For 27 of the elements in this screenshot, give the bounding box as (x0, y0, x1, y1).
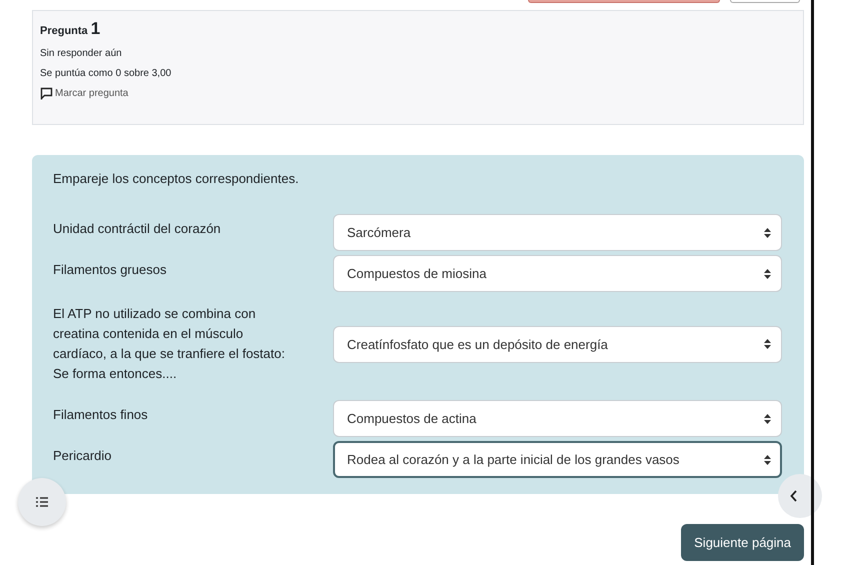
flag-question-link[interactable]: Marcar pregunta (40, 87, 796, 100)
updown-icon (764, 454, 771, 464)
next-page-button[interactable]: Siguiente página (681, 524, 804, 561)
chevron-left-icon (790, 490, 798, 502)
updown-icon (764, 228, 771, 238)
answer-select[interactable]: Creatínfosfato que es un depósito de energía (333, 326, 782, 362)
question-prompt: Empareje los conceptos correspondientes. (53, 171, 300, 186)
answer-select[interactable]: Compuestos de actina (333, 400, 782, 437)
top-button[interactable] (730, 0, 800, 3)
updown-icon (764, 339, 771, 349)
concept-label: El ATP no utilizado se combina con creatina contenida en el músculo cardíaco, a la que se tranfiere el fostato: Se forma entonces.... (53, 305, 286, 383)
concept-label: Filamentos finos (53, 406, 149, 424)
concept-label: Pericardio (53, 447, 113, 465)
updown-icon (764, 268, 771, 278)
concept-label: Unidad contráctil del corazón (53, 220, 222, 238)
question-status: Sin responder aún (40, 48, 123, 59)
flag-icon (40, 87, 53, 100)
updown-icon (764, 414, 771, 424)
top-button[interactable] (528, 0, 720, 3)
answer-select[interactable]: Compuestos de miosina (333, 255, 782, 292)
question-title: Pregunta 1 (40, 19, 102, 39)
index-drawer-button[interactable] (18, 478, 66, 526)
answer-select[interactable]: Sarcómera (333, 214, 782, 251)
list-icon (36, 497, 48, 507)
answer-select[interactable]: Rodea al corazón y a la parte inicial de los grandes vasos (333, 441, 782, 478)
question-grade: Se puntúa como 0 sobre 3,00 (40, 68, 172, 79)
concept-label: Filamentos gruesos (53, 261, 168, 279)
